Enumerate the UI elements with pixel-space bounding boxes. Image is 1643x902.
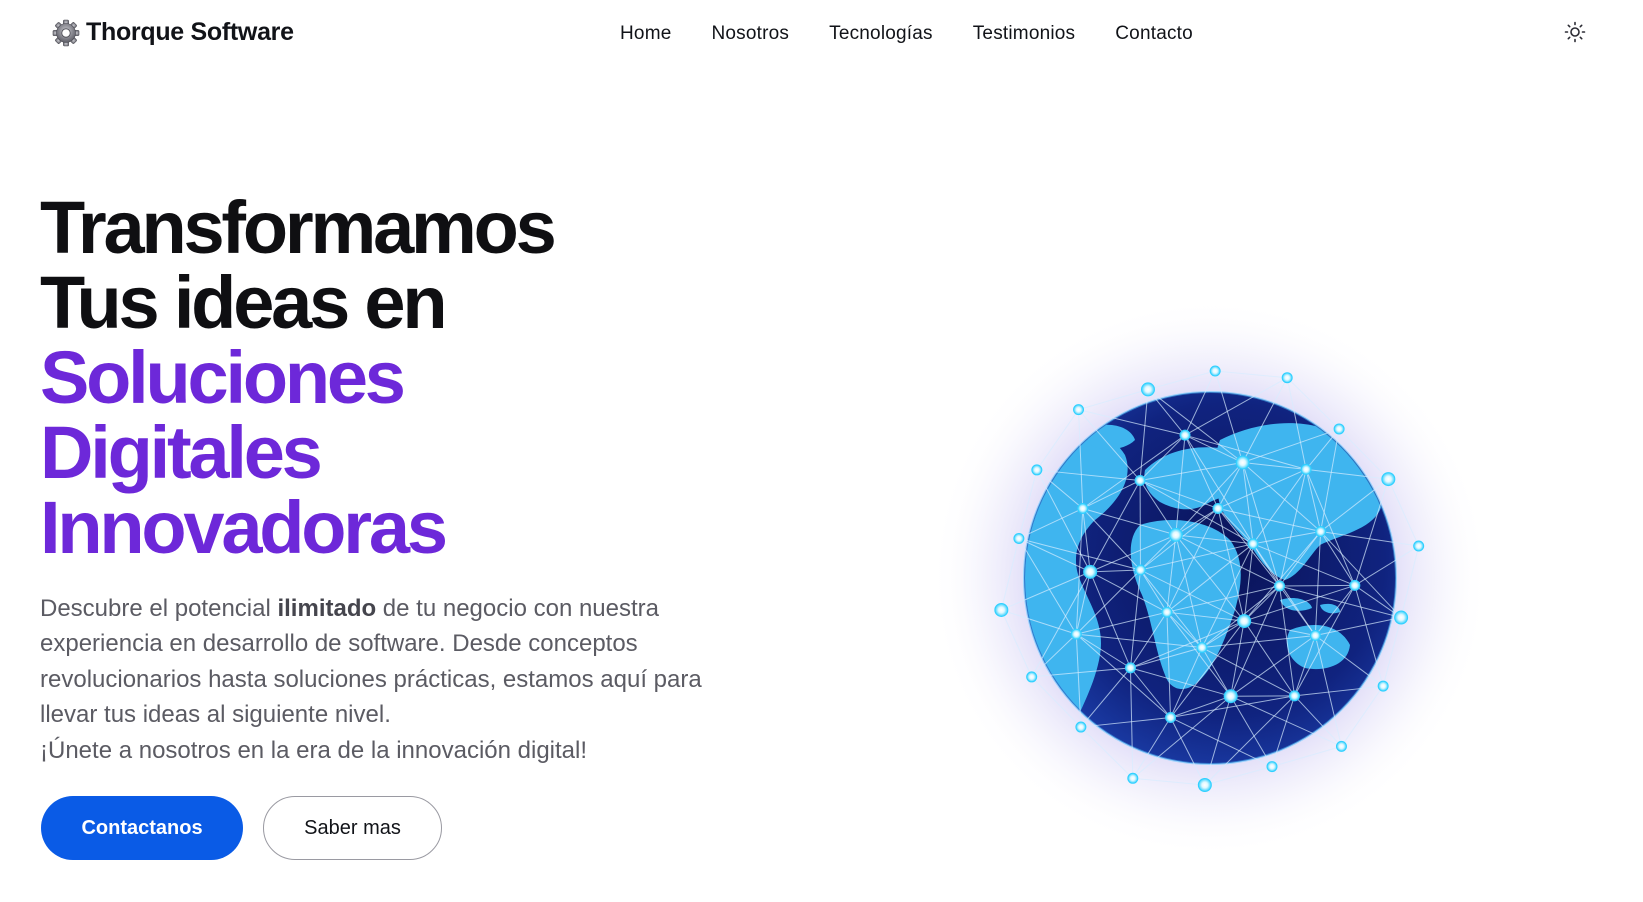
network-node bbox=[1031, 464, 1043, 476]
network-node bbox=[1223, 689, 1238, 704]
network-node bbox=[1197, 777, 1212, 792]
theme-toggle-button[interactable] bbox=[1562, 20, 1588, 46]
main-nav: Home Nosotros Tecnologías Testimonios Co… bbox=[620, 22, 1233, 46]
hero-title-line-1: Transformamos bbox=[40, 186, 557, 269]
network-node bbox=[1288, 690, 1300, 702]
network-node bbox=[1274, 580, 1286, 592]
network-node bbox=[1075, 721, 1087, 733]
network-node bbox=[1073, 404, 1085, 416]
network-node bbox=[1127, 772, 1139, 784]
network-node bbox=[1315, 526, 1327, 538]
network-node bbox=[1394, 610, 1409, 625]
hero-description-cta-line: ¡Únete a nosotros en la era de la innova… bbox=[40, 736, 588, 764]
learn-more-button[interactable]: Saber mas bbox=[263, 796, 442, 860]
network-node bbox=[1237, 614, 1252, 629]
sun-icon bbox=[1564, 21, 1586, 46]
contact-button[interactable]: Contactanos bbox=[41, 796, 243, 860]
network-node bbox=[1013, 532, 1025, 544]
nav-item-home[interactable]: Home bbox=[620, 22, 671, 46]
network-node bbox=[1165, 712, 1177, 724]
network-node bbox=[1349, 579, 1361, 591]
network-node bbox=[1235, 455, 1250, 470]
network-node bbox=[1281, 372, 1293, 384]
network-node bbox=[1161, 606, 1173, 618]
network-node bbox=[1077, 502, 1089, 514]
hero-title-accent-line-1: Soluciones bbox=[40, 336, 406, 419]
network-node bbox=[1247, 538, 1259, 550]
network-node bbox=[1134, 564, 1146, 576]
network-node bbox=[1413, 540, 1425, 552]
network-node bbox=[1070, 628, 1082, 640]
hero-description: Descubre el potencial ilimitado de tu ne… bbox=[40, 591, 760, 768]
network-node bbox=[1209, 365, 1221, 377]
network-node bbox=[1266, 761, 1278, 773]
network-node bbox=[1381, 472, 1396, 487]
nav-item-contacto[interactable]: Contacto bbox=[1115, 22, 1193, 46]
network-globe-icon bbox=[930, 298, 1490, 858]
network-node bbox=[1168, 527, 1183, 542]
network-node bbox=[1124, 662, 1136, 674]
network-globe-illustration bbox=[920, 280, 1500, 880]
network-node bbox=[1377, 680, 1389, 692]
nav-item-tecnologias[interactable]: Tecnologías bbox=[829, 22, 933, 46]
hero-description-part-1: Descubre el potencial bbox=[40, 595, 278, 622]
network-node bbox=[1083, 564, 1098, 579]
network-node bbox=[1140, 382, 1155, 397]
network-node bbox=[1300, 463, 1312, 475]
network-node bbox=[1179, 429, 1191, 441]
network-node bbox=[1134, 474, 1146, 486]
hero-title-accent-line-2: Digitales bbox=[40, 411, 323, 494]
network-node bbox=[994, 602, 1009, 617]
network-node bbox=[1335, 740, 1347, 752]
hero-description-bold: ilimitado bbox=[277, 595, 377, 622]
hero-title-line-2: Tus ideas en bbox=[40, 261, 448, 344]
network-node bbox=[1309, 630, 1321, 642]
brand-logo-link[interactable]: Thorque Software bbox=[52, 18, 294, 47]
network-node bbox=[1333, 423, 1345, 435]
nav-item-testimonios[interactable]: Testimonios bbox=[973, 22, 1076, 46]
hero-title: Transformamos Tus ideas en Soluciones Di… bbox=[40, 186, 557, 569]
nav-item-nosotros[interactable]: Nosotros bbox=[711, 22, 789, 46]
site-header: Thorque Software Home Nosotros Tecnologí… bbox=[0, 0, 1643, 70]
hero-title-accent-line-3: Innovadoras bbox=[40, 486, 448, 569]
gear-icon bbox=[52, 19, 80, 47]
network-link bbox=[1279, 584, 1355, 587]
network-node bbox=[1026, 671, 1038, 683]
network-node bbox=[1196, 642, 1208, 654]
brand-name: Thorque Software bbox=[86, 18, 294, 46]
network-node bbox=[1212, 502, 1224, 514]
